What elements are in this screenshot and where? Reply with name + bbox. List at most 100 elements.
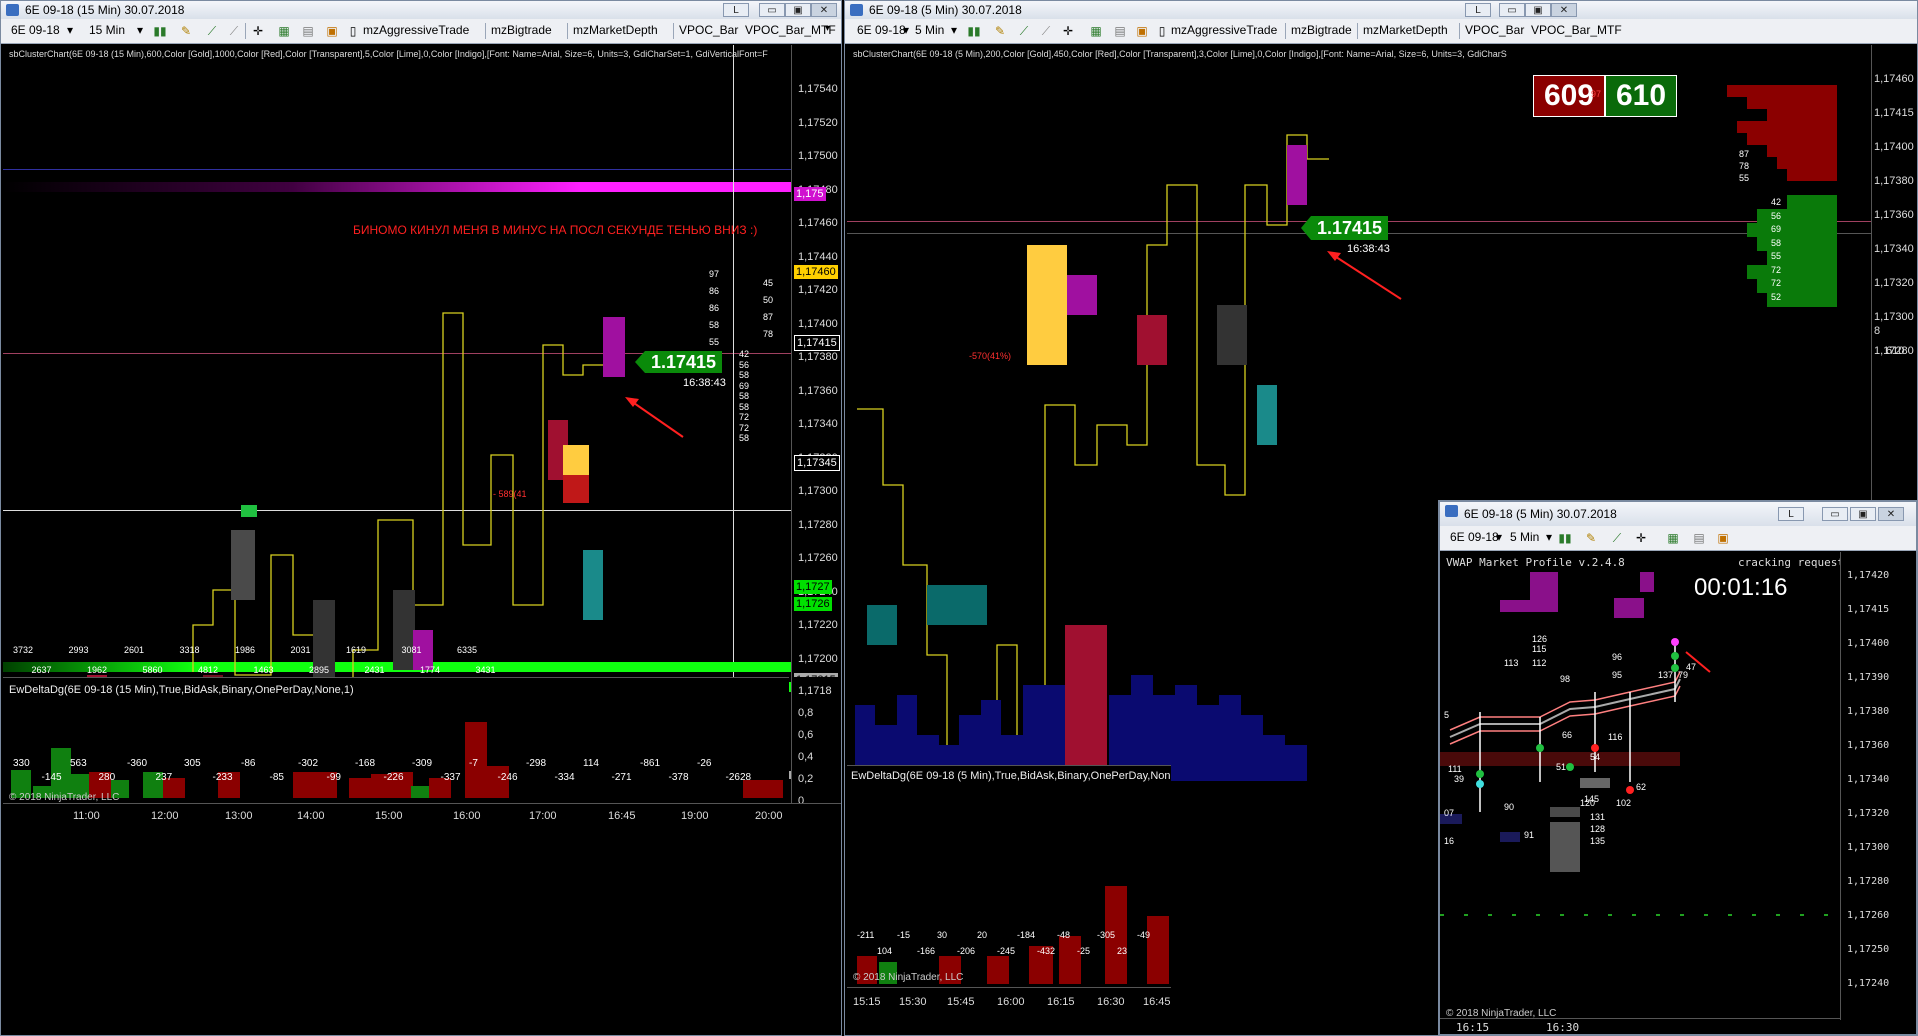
bars-type-icon[interactable]: ▮▮ (967, 24, 981, 38)
float-titlebar[interactable]: 6E 09-18 (5 Min) 30.07.2018 L ▭ ▣ ✕ (1440, 502, 1916, 526)
volume-label: 1463 (253, 665, 274, 675)
maximize-button[interactable]: ▣ (785, 3, 811, 17)
maximize-button[interactable]: ▣ (1525, 3, 1551, 17)
delta-value-label: -302 (298, 758, 319, 769)
volume-label: 2895 (309, 665, 330, 675)
chevron-down-icon[interactable]: ▾ (137, 23, 143, 37)
restore-link-button[interactable]: L (1778, 507, 1804, 521)
interval-selector[interactable]: 5 Min (915, 23, 944, 37)
interval-selector[interactable]: 5 Min (1510, 530, 1539, 544)
close-button[interactable]: ✕ (1551, 3, 1577, 17)
ruler-icon[interactable]: ⟋ (227, 24, 241, 38)
indicator-button-4[interactable]: VPOC_Bar_MTF (1531, 23, 1622, 37)
indicator-button-0[interactable]: mzAggressiveTrade (1171, 23, 1277, 37)
close-button[interactable]: ✕ (1878, 507, 1904, 521)
line-tool-icon[interactable]: ⟋ (205, 24, 219, 38)
profile-label: 07 (1444, 808, 1455, 818)
indicator-button-1[interactable]: mzBigtrade (1291, 23, 1352, 37)
ruler-icon[interactable]: ⟋ (1039, 24, 1053, 38)
crosshair-icon[interactable]: ✛ (1634, 531, 1648, 545)
delta-value-label: -271 (611, 772, 632, 783)
delta-value-label: -360 (127, 758, 148, 769)
chevron-down-icon[interactable]: ▾ (825, 23, 830, 34)
strategy-icon[interactable]: ▣ (1716, 531, 1730, 545)
bars-type-icon[interactable]: ▮▮ (153, 24, 167, 38)
toolbar-divider (1459, 23, 1460, 39)
float-time-axis[interactable]: 16:15 16:30 (1440, 1018, 1840, 1034)
pencil-icon[interactable]: ✎ (1584, 531, 1598, 545)
chevron-down-icon[interactable]: ▾ (1496, 530, 1502, 544)
data-box-icon[interactable]: ▦ (1666, 531, 1680, 545)
price-tick: 1,17460 (798, 217, 838, 229)
left-chart-window[interactable]: 6E 09-18 (15 Min) 30.07.2018 L ▭ ▣ ✕ 6E … (0, 0, 842, 1036)
properties-icon[interactable]: ▤ (1113, 24, 1127, 38)
strategy-icon[interactable]: ▣ (1135, 24, 1149, 38)
left-titlebar[interactable]: 6E 09-18 (15 Min) 30.07.2018 L ▭ ▣ ✕ (1, 1, 841, 19)
price-tick: 1,17340 (1847, 774, 1890, 785)
data-box-icon[interactable]: ▦ (277, 24, 291, 38)
delta-value-label: -15 (897, 930, 911, 940)
indicator-icon[interactable]: ▯ (1155, 24, 1169, 38)
instrument-selector[interactable]: 6E 09-18 (11, 23, 60, 37)
indicator-button-2[interactable]: mzMarketDepth (1363, 23, 1448, 37)
copyright-text: © 2018 NinjaTrader, LLC (9, 792, 120, 803)
minimize-button[interactable]: ▭ (1499, 3, 1525, 17)
line-tool-icon[interactable]: ⟋ (1610, 531, 1624, 545)
float-price-axis[interactable]: 1,17420 1,17415 1,17400 1,17390 1,17380 1,173… (1840, 552, 1916, 1020)
indicator-button-4[interactable]: VPOC_Bar_MTF (745, 23, 836, 37)
price-tick: 1,17390 (1847, 672, 1890, 683)
line-tool-icon[interactable]: ⟋ (1017, 24, 1031, 38)
chevron-down-icon[interactable]: ▾ (1546, 530, 1552, 544)
crosshair-icon[interactable]: ✛ (1061, 24, 1075, 38)
right-titlebar[interactable]: 6E 09-18 (5 Min) 30.07.2018 L ▭ ▣ ✕ (845, 1, 1917, 19)
crosshair-icon[interactable]: ✛ (251, 24, 265, 38)
indicator-button-3[interactable]: VPOC_Bar (1465, 23, 1524, 37)
bars-type-icon[interactable]: ▮▮ (1558, 531, 1572, 545)
price-tick: 1,17380 (798, 351, 838, 363)
restore-link-button[interactable]: L (1465, 3, 1491, 17)
volume-label: 3318 (179, 645, 200, 655)
price-tick: 1,17400 (798, 317, 838, 330)
indicator-button-1[interactable]: mzBigtrade (491, 23, 552, 37)
profile-label: 96 (1612, 652, 1623, 662)
chevron-down-icon[interactable]: ▾ (903, 23, 909, 37)
indicator-button-0[interactable]: mzAggressiveTrade (363, 23, 469, 37)
time-tick: 16:00 (453, 810, 481, 822)
toolbar-divider (673, 23, 674, 39)
minimize-button[interactable]: ▭ (1822, 507, 1848, 521)
delta-value-label: -245 (997, 946, 1016, 956)
restore-link-button[interactable]: L (723, 3, 749, 17)
profile-label: 135 (1590, 836, 1606, 846)
pencil-icon[interactable]: ✎ (993, 24, 1007, 38)
indicator-icon[interactable]: ▯ (346, 24, 360, 38)
delta-value-label: 330 (13, 758, 30, 769)
minimize-button[interactable]: ▭ (759, 3, 785, 17)
data-box-icon[interactable]: ▦ (1089, 24, 1103, 38)
profile-label: 16 (1444, 836, 1455, 846)
delta-value-label: 30 (937, 930, 948, 940)
properties-icon[interactable]: ▤ (301, 24, 315, 38)
volume-label: 2993 (68, 645, 89, 655)
indicator-button-3[interactable]: VPOC_Bar (679, 23, 738, 37)
float-price-plot[interactable]: VWAP Market Profile v.2.4.8 cracking req… (1440, 552, 1840, 1020)
strategy-icon[interactable]: ▣ (325, 24, 339, 38)
time-tick: 16:30 (1546, 1021, 1580, 1034)
indicator-button-2[interactable]: mzMarketDepth (573, 23, 658, 37)
left-time-axis[interactable]: 11:00 12:00 13:00 14:00 15:00 16:00 17:00 16:45… (3, 803, 841, 838)
right-indicator-pane[interactable]: EwDeltaDg(6E 09-18 (5 Min),True,BidAsk,B… (847, 765, 1171, 988)
instrument-selector[interactable]: 6E 09-18 (857, 23, 906, 37)
interval-selector[interactable]: 15 Min (89, 23, 125, 37)
right-time-axis[interactable]: 15:15 15:30 15:45 16:00 16:15 16:30 16:45 (847, 987, 1171, 1035)
close-button[interactable]: ✕ (811, 3, 837, 17)
properties-icon[interactable]: ▤ (1692, 531, 1706, 545)
pencil-icon[interactable]: ✎ (179, 24, 193, 38)
left-indicator-pane[interactable]: EwDeltaDg(6E 09-18 (15 Min),True,BidAsk,… (3, 677, 789, 804)
delta-value-label: -233 (212, 772, 233, 783)
floating-chart-window[interactable]: 6E 09-18 (5 Min) 30.07.2018 L ▭ ▣ ✕ 6E 0… (1438, 500, 1918, 1036)
maximize-button[interactable]: ▣ (1850, 507, 1876, 521)
chevron-down-icon[interactable]: ▾ (951, 23, 957, 37)
depth-red-label: 55 (709, 337, 720, 347)
instrument-selector[interactable]: 6E 09-18 (1450, 530, 1499, 544)
chevron-down-icon[interactable]: ▾ (67, 23, 73, 37)
profile-label: 115 (1532, 644, 1547, 654)
